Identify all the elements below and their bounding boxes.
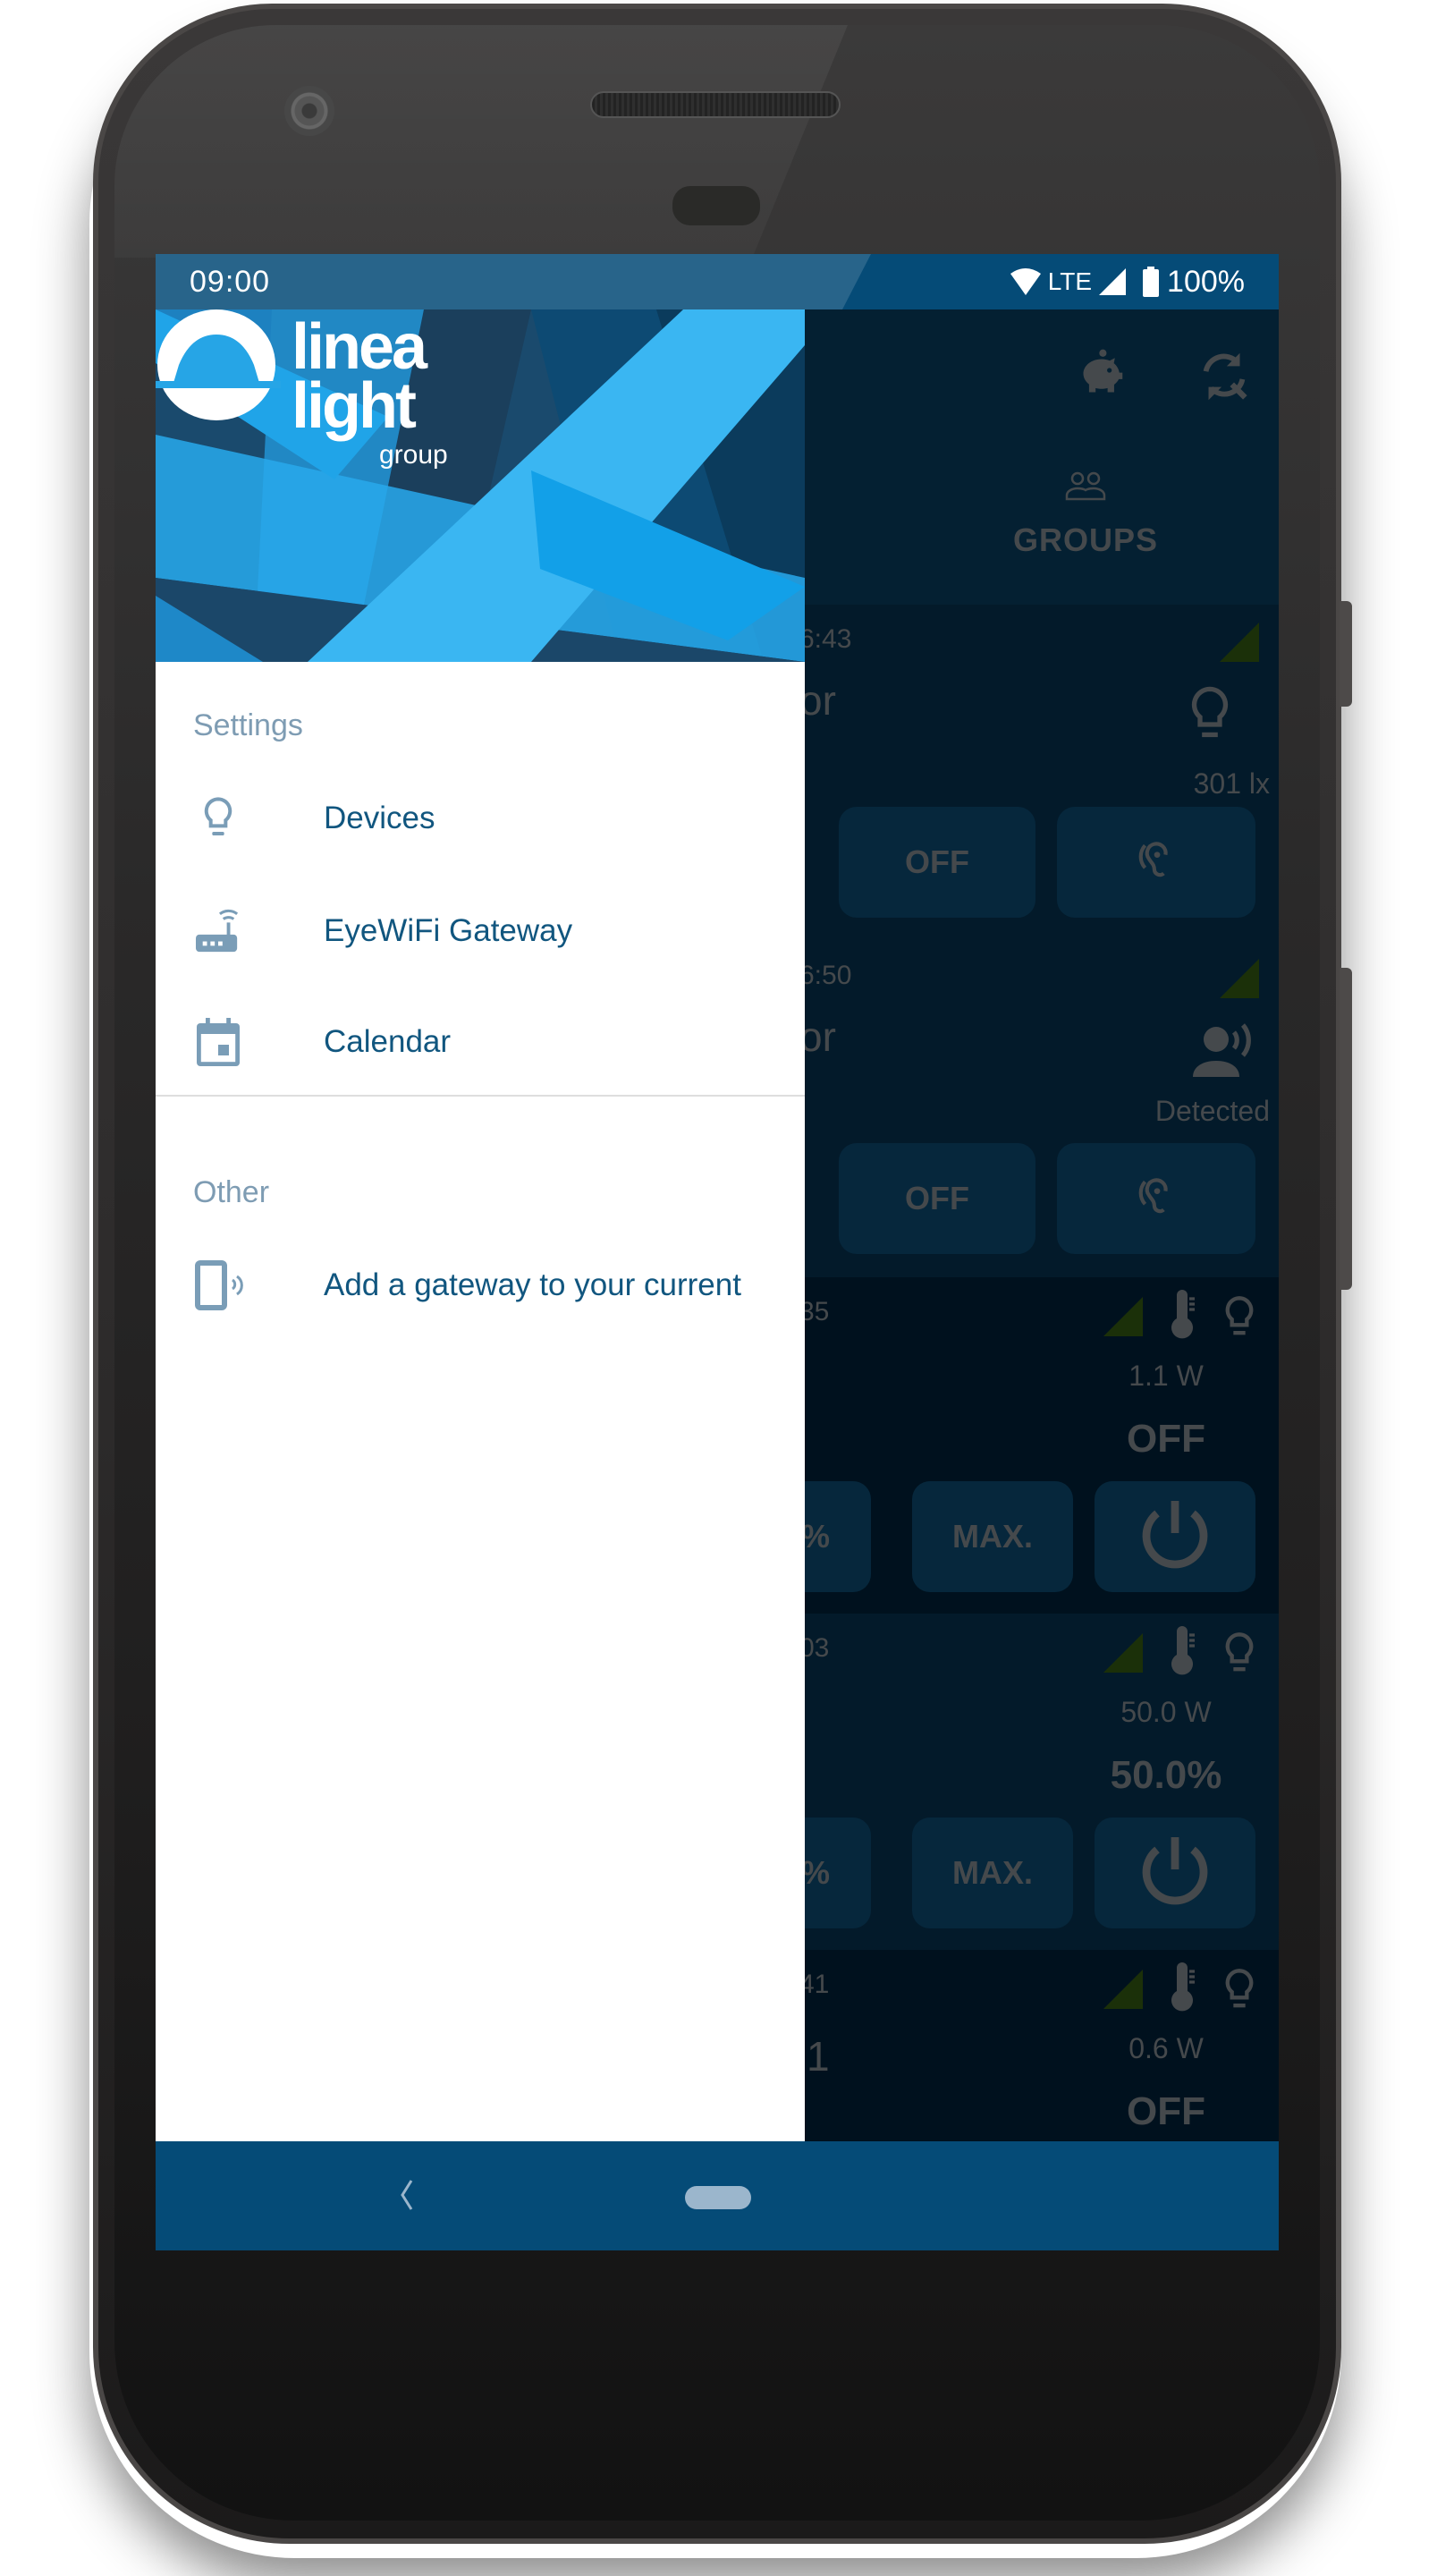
battery-icon [1143,267,1160,297]
drawer-item-label: Calendar [324,1024,452,1059]
presence-value: Detected [1154,1095,1270,1127]
section-divider [156,1095,805,1097]
device-state: OFF [1127,1417,1205,1461]
earpiece-speaker [590,91,841,118]
proximity-sensor [672,186,760,225]
network-type: LTE [1047,267,1093,295]
front-camera [284,86,334,136]
presence-icon [1193,1023,1251,1077]
max-button[interactable]: MAX. [912,1818,1073,1928]
phone-signal-icon [191,1258,245,1312]
volume-button [1340,968,1352,1290]
device-state: OFF [1127,2089,1205,2133]
listen-icon [1138,1178,1168,1214]
drawer-item-devices[interactable]: Devices [156,769,805,868]
signal-strength-icon [1103,1970,1143,2009]
lightbulb-icon [1191,686,1229,738]
section-settings: Settings [193,708,303,742]
device-name: or [799,1013,836,1060]
power-value: 1.1 W [1128,1360,1204,1392]
lightbulb-icon [1225,1296,1254,1335]
power-value: 50.0 W [1120,1696,1212,1728]
piggy-bank-icon[interactable] [1068,345,1130,408]
clock: 09:00 [190,264,271,299]
drawer-item-calendar[interactable]: Calendar [156,993,805,1091]
tab-label: GROUPS [1012,521,1159,558]
device-state: 50.0% [1110,1753,1222,1797]
logo-text-light: light [292,370,417,442]
drawer-item-label: Add a gateway to your current [324,1267,741,1302]
navigation-drawer: linea light group Settings Devices EyeWi… [156,309,805,2195]
power-value: 0.6 W [1128,2032,1204,2064]
power-toggle-button[interactable] [1095,1481,1255,1592]
linea-light-logo: linea light group [156,309,448,470]
groups-icon [1065,471,1106,501]
drawer-item-add-gateway[interactable]: Add a gateway to your current [156,1236,805,1335]
refresh-search-icon[interactable] [1193,345,1255,408]
drawer-header: linea light group [156,309,805,662]
lightbulb-icon [1225,1632,1254,1672]
cell-signal-icon [1099,268,1127,295]
screen: se GROUPS 6:43 or 301 lx OFF [156,254,1279,2250]
system-nav-bar [156,2141,1279,2250]
signal-strength-icon [1220,623,1259,662]
home-button[interactable] [685,2186,751,2209]
power-button [1340,601,1352,707]
calendar-icon [191,1015,245,1069]
thermometer-icon [1171,1290,1195,1339]
max-button[interactable]: MAX. [912,1481,1073,1592]
off-button[interactable]: OFF [839,1143,1035,1254]
back-button[interactable] [388,2175,424,2215]
off-button[interactable]: OFF [839,807,1035,918]
section-other: Other [193,1175,270,1209]
signal-strength-icon [1103,1297,1143,1336]
thermometer-icon [1171,1962,1195,2012]
device-name: or [799,677,836,724]
device-name: 1 [807,2033,830,2080]
logo-text-group: group [379,440,448,470]
power-toggle-button[interactable] [1095,1818,1255,1928]
signal-strength-icon [1220,959,1259,998]
wifi-icon [1010,268,1041,295]
power-icon [1142,1501,1208,1569]
drawer-item-eyewifi-gateway[interactable]: EyeWiFi Gateway [156,882,805,980]
lightbulb-icon [191,792,245,845]
lux-value: 301 lx [1193,767,1270,800]
signal-strength-icon [1103,1633,1143,1673]
device-timestamp: 6:50 [799,961,852,990]
device-timestamp: 6:43 [799,624,852,654]
battery-percent: 100% [1167,264,1245,299]
listen-icon [1138,842,1168,877]
drawer-item-label: EyeWiFi Gateway [324,913,573,948]
drawer-item-label: Devices [324,801,435,835]
listen-button[interactable] [1057,807,1255,918]
thermometer-icon [1171,1626,1195,1675]
power-icon [1142,1837,1208,1905]
lightbulb-icon [1225,1969,1254,2008]
tab-groups[interactable]: GROUPS [907,470,1264,559]
listen-button[interactable] [1057,1143,1255,1254]
router-icon [191,904,245,958]
status-bar: 09:00 LTE 100% [156,254,1279,309]
